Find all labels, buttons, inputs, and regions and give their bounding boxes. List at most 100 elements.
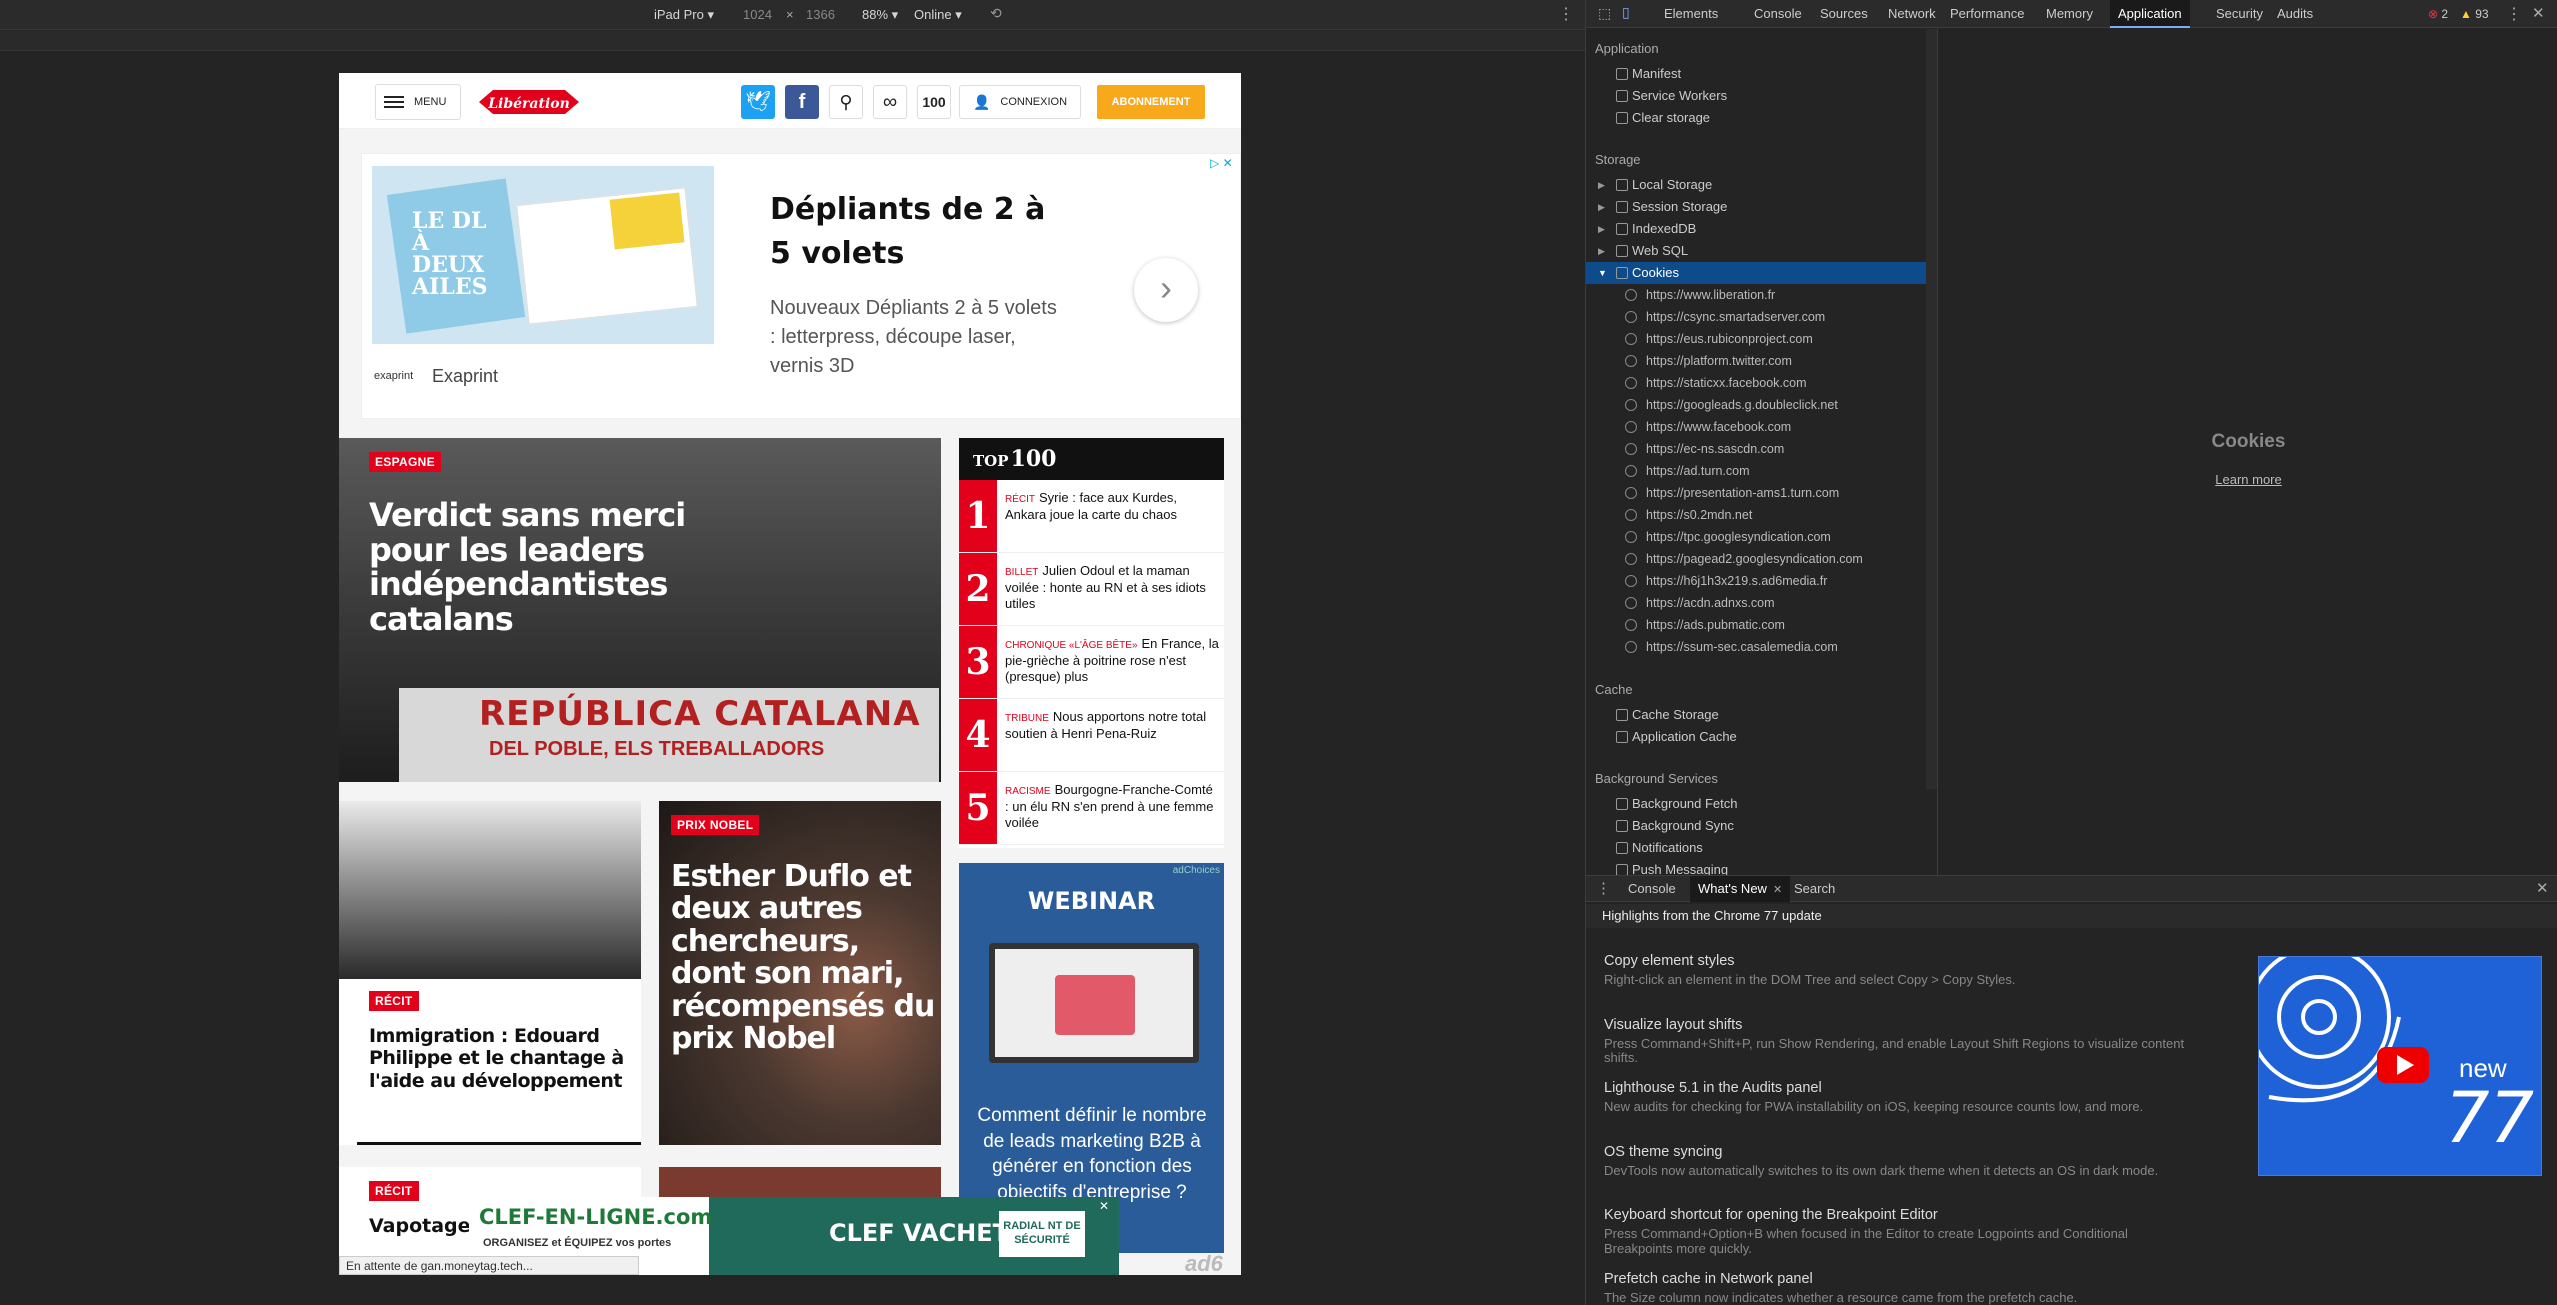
sidebar-item-background-fetch[interactable]: Background Fetch [1586, 793, 1926, 815]
drawer-tab-what-s-new[interactable]: What's New ✕ [1690, 876, 1791, 902]
sidebar-item-notifications[interactable]: Notifications [1586, 837, 1926, 859]
cookie-origin-item[interactable]: https://ad.turn.com [1586, 460, 1926, 482]
sidebar-item-indexeddb[interactable]: ▶ IndexedDB [1586, 218, 1926, 240]
error-counter[interactable]: ⊗ 2 [2428, 7, 2448, 21]
article-title[interactable]: Immigration : Edouard Philippe et le cha… [369, 1025, 631, 1092]
tab-security[interactable]: Security [2208, 0, 2271, 28]
inspect-icon[interactable]: ⬚ [1598, 5, 1611, 22]
whatsnew-item-title[interactable]: Copy element styles [1604, 953, 1735, 969]
sidebar-item-session-storage[interactable]: ▶ Session Storage [1586, 196, 1926, 218]
connexion-button[interactable]: 👤 CONNEXION [959, 85, 1081, 119]
top100-item[interactable]: 3 CHRONIQUE «L'ÂGE BÊTE» En France, la pie… [959, 626, 1224, 699]
ad-title[interactable]: Dépliants de 2 à 5 volets [770, 188, 1060, 275]
adchoices-badge[interactable]: adChoices [1173, 865, 1220, 876]
collapsed-arrow-icon[interactable]: ▶ [1598, 218, 1605, 240]
tab-network[interactable]: Network [1880, 0, 1944, 28]
liberation-logo[interactable]: Libération [479, 84, 579, 120]
height-input[interactable]: 1366 [806, 7, 835, 22]
network-throttle-select[interactable]: Online ▾ [914, 7, 962, 23]
sidebar-item-push-messaging[interactable]: Push Messaging [1586, 859, 1926, 875]
sidebar-item-clear-storage[interactable]: Clear storage [1586, 107, 1926, 129]
more-options-icon[interactable]: ⋮ [1558, 4, 1574, 24]
warning-counter[interactable]: ▲ 93 [2460, 7, 2489, 21]
sidebar-scrollbar[interactable] [1926, 29, 1937, 789]
width-input[interactable]: 1024 [743, 7, 772, 22]
exaprint-ad[interactable]: LE DL À DEUX AILES Dépliants de 2 à 5 vo… [361, 153, 1241, 419]
tab-console[interactable]: Console [1746, 0, 1810, 28]
menu-button[interactable]: MENU [375, 84, 461, 120]
top100-item-text[interactable]: CHRONIQUE «L'ÂGE BÊTE» En France, la pie-… [1005, 636, 1220, 685]
top100-item[interactable]: 2 BILLET Julien Odoul et la maman voilée :… [959, 553, 1224, 626]
devtools-menu-icon[interactable]: ⋮ [2506, 4, 2522, 24]
cookie-origin-item[interactable]: https://ssum-sec.casalemedia.com [1586, 636, 1926, 658]
twitter-icon[interactable]: 🕊 [741, 85, 775, 119]
cookie-origin-item[interactable]: https://tpc.googlesyndication.com [1586, 526, 1926, 548]
abonnement-button[interactable]: ABONNEMENT [1097, 85, 1205, 119]
drawer-menu-icon[interactable]: ⋮ [1596, 879, 1611, 897]
top100-item[interactable]: 1 RÉCIT Syrie : face aux Kurdes, Ankara jo… [959, 480, 1224, 553]
tab-audits[interactable]: Audits [2269, 0, 2321, 28]
top100-item-text[interactable]: BILLET Julien Odoul et la maman voilée : … [1005, 563, 1220, 612]
collapsed-arrow-icon[interactable]: ▶ [1598, 174, 1605, 196]
cookie-origin-item[interactable]: https://pagead2.googlesyndication.com [1586, 548, 1926, 570]
sidebar-item-cookies[interactable]: ▼ Cookies [1586, 262, 1926, 284]
tab-elements[interactable]: Elements [1656, 0, 1726, 28]
top100-item-text[interactable]: RÉCIT Syrie : face aux Kurdes, Ankara jou… [1005, 490, 1220, 523]
expanded-arrow-icon[interactable]: ▼ [1598, 262, 1607, 284]
cookie-origin-item[interactable]: https://acdn.adnxs.com [1586, 592, 1926, 614]
device-toggle-icon[interactable]: ▯ [1622, 4, 1630, 21]
sidebar-item-local-storage[interactable]: ▶ Local Storage [1586, 174, 1926, 196]
drawer-tab-search[interactable]: Search [1786, 876, 1843, 902]
article-title[interactable]: Esther Duflo et deux autres chercheurs, … [671, 860, 937, 1055]
sidebar-item-cache-storage[interactable]: Cache Storage [1586, 704, 1926, 726]
webinar-ad[interactable]: adChoices WEBINAR Comment définir le nom… [959, 863, 1224, 1253]
collapsed-arrow-icon[interactable]: ▶ [1598, 240, 1605, 262]
tab-sources[interactable]: Sources [1812, 0, 1876, 28]
infinity-icon[interactable]: ∞ [873, 85, 907, 119]
cookie-origin-item[interactable]: https://www.liberation.fr [1586, 284, 1926, 306]
top100-item[interactable]: 5 RACISME Bourgogne-Franche-Comté : un élu… [959, 772, 1224, 845]
learn-more-link[interactable]: Learn more [1939, 472, 2557, 487]
zoom-select[interactable]: 88% ▾ [862, 7, 898, 23]
cookie-origin-item[interactable]: https://www.facebook.com [1586, 416, 1926, 438]
top100-item-text[interactable]: RACISME Bourgogne-Franche-Comté : un élu … [1005, 782, 1220, 831]
article-third[interactable]: PRIX NOBEL Esther Duflo et deux autres c… [659, 801, 941, 1145]
top100-item[interactable]: 4 TRIBUNE Nous apportons notre total souti… [959, 699, 1224, 772]
search-icon[interactable]: ⚲ [829, 85, 863, 119]
tab-performance[interactable]: Performance [1942, 0, 2032, 28]
cookie-origin-item[interactable]: https://platform.twitter.com [1586, 350, 1926, 372]
cookie-origin-item[interactable]: https://googleads.g.doubleclick.net [1586, 394, 1926, 416]
drawer-tab-console[interactable]: Console [1620, 876, 1684, 902]
whatsnew-item-title[interactable]: Keyboard shortcut for opening the Breakp… [1604, 1207, 1938, 1223]
ad-next-icon[interactable]: › [1134, 258, 1198, 322]
facebook-icon[interactable]: f [785, 85, 819, 119]
sidebar-item-service-workers[interactable]: Service Workers [1586, 85, 1926, 107]
chrome77-video-thumbnail[interactable]: new 77 [2258, 956, 2542, 1176]
whatsnew-item-title[interactable]: OS theme syncing [1604, 1144, 1722, 1160]
cookie-origin-item[interactable]: https://ads.pubmatic.com [1586, 614, 1926, 636]
cookie-origin-item[interactable]: https://eus.rubiconproject.com [1586, 328, 1926, 350]
sidebar-item-web-sql[interactable]: ▶ Web SQL [1586, 240, 1926, 262]
sidebar-item-application-cache[interactable]: Application Cache [1586, 726, 1926, 748]
top100-button[interactable]: 100 [917, 85, 951, 119]
sidebar-item-background-sync[interactable]: Background Sync [1586, 815, 1926, 837]
close-drawer-icon[interactable]: ✕ [2536, 879, 2549, 897]
close-devtools-icon[interactable]: ✕ [2532, 4, 2545, 22]
cookie-origin-item[interactable]: https://h6j1h3x219.s.ad6media.fr [1586, 570, 1926, 592]
tab-application[interactable]: Application [2110, 0, 2190, 28]
whatsnew-item-title[interactable]: Visualize layout shifts [1604, 1017, 1742, 1033]
cookie-origin-item[interactable]: https://csync.smartadserver.com [1586, 306, 1926, 328]
adchoices-icon[interactable]: ▷ ✕ [1210, 156, 1233, 170]
rotate-icon[interactable]: ⟲ [990, 5, 1002, 22]
cookie-origin-item[interactable]: https://staticxx.facebook.com [1586, 372, 1926, 394]
whatsnew-item-title[interactable]: Prefetch cache in Network panel [1604, 1271, 1813, 1287]
article-second[interactable]: RÉCIT Immigration : Edouard Philippe et … [339, 801, 641, 1145]
sidebar-item-manifest[interactable]: Manifest [1586, 63, 1926, 85]
article-title[interactable]: Verdict sans merci pour les leaders indé… [369, 498, 699, 636]
article-main[interactable]: REPÚBLICA CATALANA DEL POBLE, ELS TREBAL… [339, 438, 941, 782]
tab-memory[interactable]: Memory [2038, 0, 2101, 28]
cookie-origin-item[interactable]: https://presentation-ams1.turn.com [1586, 482, 1926, 504]
cookie-origin-item[interactable]: https://s0.2mdn.net [1586, 504, 1926, 526]
device-select[interactable]: iPad Pro ▾ [654, 7, 714, 23]
collapsed-arrow-icon[interactable]: ▶ [1598, 196, 1605, 218]
